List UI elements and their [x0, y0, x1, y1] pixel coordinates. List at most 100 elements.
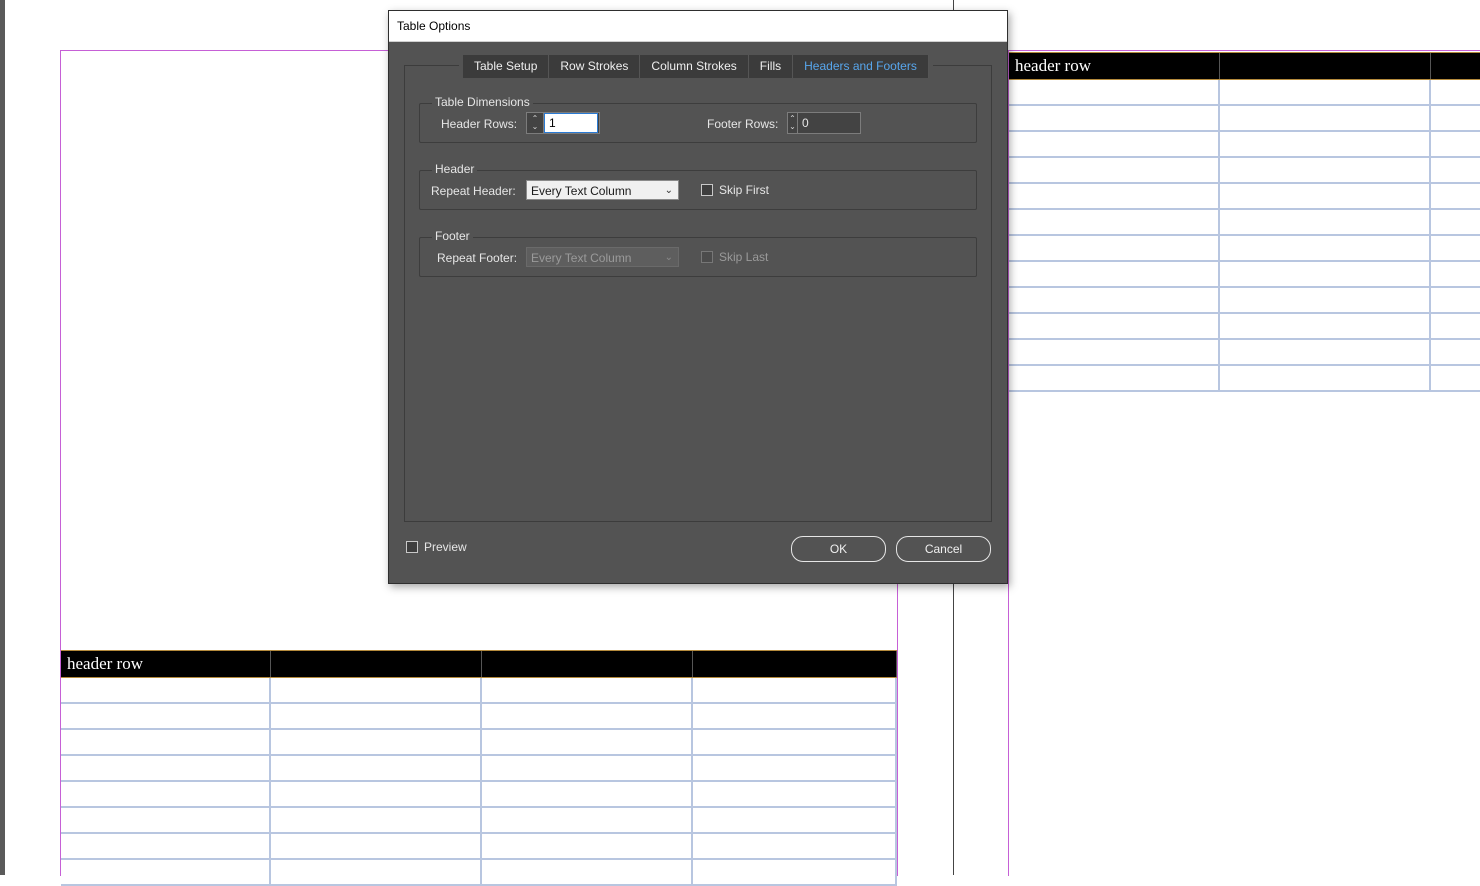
table-body[interactable]	[61, 678, 897, 886]
table-cell[interactable]	[1009, 184, 1220, 208]
right-page-table[interactable]: header row	[1009, 52, 1480, 392]
table-cell[interactable]	[693, 782, 897, 806]
table-row[interactable]	[61, 756, 897, 782]
table-cell[interactable]	[1009, 132, 1220, 156]
table-cell[interactable]	[1009, 288, 1220, 312]
table-row[interactable]	[61, 808, 897, 834]
table-row[interactable]	[61, 860, 897, 886]
table-cell[interactable]	[482, 678, 693, 702]
table-cell[interactable]	[1220, 340, 1431, 364]
footer-rows-stepper[interactable]: ⌃ ⌄	[787, 112, 861, 134]
table-row[interactable]	[1009, 236, 1480, 262]
table-row[interactable]	[61, 834, 897, 860]
table-cell[interactable]	[61, 756, 271, 780]
skip-last-checkbox[interactable]	[701, 251, 713, 263]
table-row[interactable]	[1009, 262, 1480, 288]
table-header-row[interactable]: header row	[1009, 52, 1480, 80]
table-cell[interactable]	[1220, 184, 1431, 208]
table-cell[interactable]	[1220, 262, 1431, 286]
table-cell[interactable]	[482, 782, 693, 806]
table-row[interactable]	[1009, 314, 1480, 340]
table-cell[interactable]	[61, 808, 271, 832]
table-cell[interactable]	[271, 782, 482, 806]
table-row[interactable]	[61, 782, 897, 808]
table-cell[interactable]	[693, 756, 897, 780]
table-options-dialog[interactable]: Table Options Table Setup Row Strokes Co…	[388, 10, 1008, 584]
tab-row-strokes[interactable]: Row Strokes	[549, 55, 641, 78]
preview-checkbox[interactable]	[406, 541, 418, 553]
table-cell[interactable]	[1220, 132, 1431, 156]
table-cell[interactable]	[1220, 288, 1431, 312]
table-cell[interactable]	[482, 756, 693, 780]
table-cell[interactable]	[1009, 262, 1220, 286]
table-cell[interactable]	[693, 678, 897, 702]
table-cell[interactable]	[1431, 80, 1480, 104]
table-row[interactable]	[1009, 158, 1480, 184]
table-cell[interactable]	[61, 834, 271, 858]
table-cell[interactable]	[61, 782, 271, 806]
chevron-down-icon[interactable]: ⌄	[532, 123, 539, 131]
tab-table-setup[interactable]: Table Setup	[463, 55, 550, 78]
header-cell[interactable]	[271, 651, 482, 677]
table-cell[interactable]	[1009, 80, 1220, 104]
table-cell[interactable]	[271, 730, 482, 754]
table-cell[interactable]	[1220, 80, 1431, 104]
preview-label[interactable]: Preview	[424, 540, 467, 554]
skip-first-label[interactable]: Skip First	[719, 183, 769, 197]
table-cell[interactable]	[1431, 184, 1480, 208]
table-row[interactable]	[1009, 366, 1480, 392]
table-cell[interactable]	[693, 860, 897, 884]
table-row[interactable]	[1009, 210, 1480, 236]
table-cell[interactable]	[1220, 210, 1431, 234]
table-cell[interactable]	[1220, 106, 1431, 130]
table-cell[interactable]	[693, 730, 897, 754]
table-cell[interactable]	[1431, 132, 1480, 156]
table-cell[interactable]	[1009, 158, 1220, 182]
table-cell[interactable]	[1009, 314, 1220, 338]
stepper-arrows[interactable]: ⌃ ⌄	[527, 113, 544, 133]
table-cell[interactable]	[1431, 340, 1480, 364]
repeat-footer-select[interactable]: Every Text Column ⌄	[526, 247, 679, 267]
table-cell[interactable]	[61, 860, 271, 884]
table-row[interactable]	[1009, 340, 1480, 366]
table-cell[interactable]	[1431, 366, 1480, 390]
table-cell[interactable]	[1431, 262, 1480, 286]
table-cell[interactable]	[482, 834, 693, 858]
header-cell[interactable]	[693, 651, 897, 677]
table-cell[interactable]	[1009, 366, 1220, 390]
table-row[interactable]	[1009, 106, 1480, 132]
table-cell[interactable]	[693, 704, 897, 728]
table-cell[interactable]	[1220, 366, 1431, 390]
table-cell[interactable]	[1220, 158, 1431, 182]
repeat-header-select[interactable]: Every Text Column ⌄	[526, 180, 679, 200]
header-rows-stepper[interactable]: ⌃ ⌄	[526, 112, 600, 134]
table-cell[interactable]	[271, 756, 482, 780]
skip-last-label[interactable]: Skip Last	[719, 250, 768, 264]
stepper-arrows[interactable]: ⌃ ⌄	[788, 113, 798, 133]
table-cell[interactable]	[1431, 236, 1480, 260]
footer-rows-input[interactable]	[798, 113, 860, 133]
table-cell[interactable]	[271, 704, 482, 728]
header-cell[interactable]	[482, 651, 693, 677]
table-cell[interactable]	[482, 808, 693, 832]
table-row[interactable]	[1009, 80, 1480, 106]
table-body[interactable]	[1009, 80, 1480, 392]
table-cell[interactable]	[1220, 314, 1431, 338]
table-row[interactable]	[1009, 288, 1480, 314]
header-cell[interactable]	[1220, 53, 1431, 79]
ok-button[interactable]: OK	[791, 536, 886, 562]
header-cell[interactable]	[1431, 53, 1480, 79]
table-header-row[interactable]: header row	[61, 650, 897, 678]
table-cell[interactable]	[61, 678, 271, 702]
table-cell[interactable]	[1431, 210, 1480, 234]
table-cell[interactable]	[1009, 210, 1220, 234]
table-cell[interactable]	[1009, 236, 1220, 260]
table-cell[interactable]	[271, 860, 482, 884]
tab-headers-and-footers[interactable]: Headers and Footers	[793, 55, 929, 78]
table-cell[interactable]	[1431, 288, 1480, 312]
header-cell[interactable]: header row	[61, 651, 271, 677]
table-cell[interactable]	[271, 834, 482, 858]
table-row[interactable]	[1009, 184, 1480, 210]
skip-first-checkbox[interactable]	[701, 184, 713, 196]
cancel-button[interactable]: Cancel	[896, 536, 991, 562]
